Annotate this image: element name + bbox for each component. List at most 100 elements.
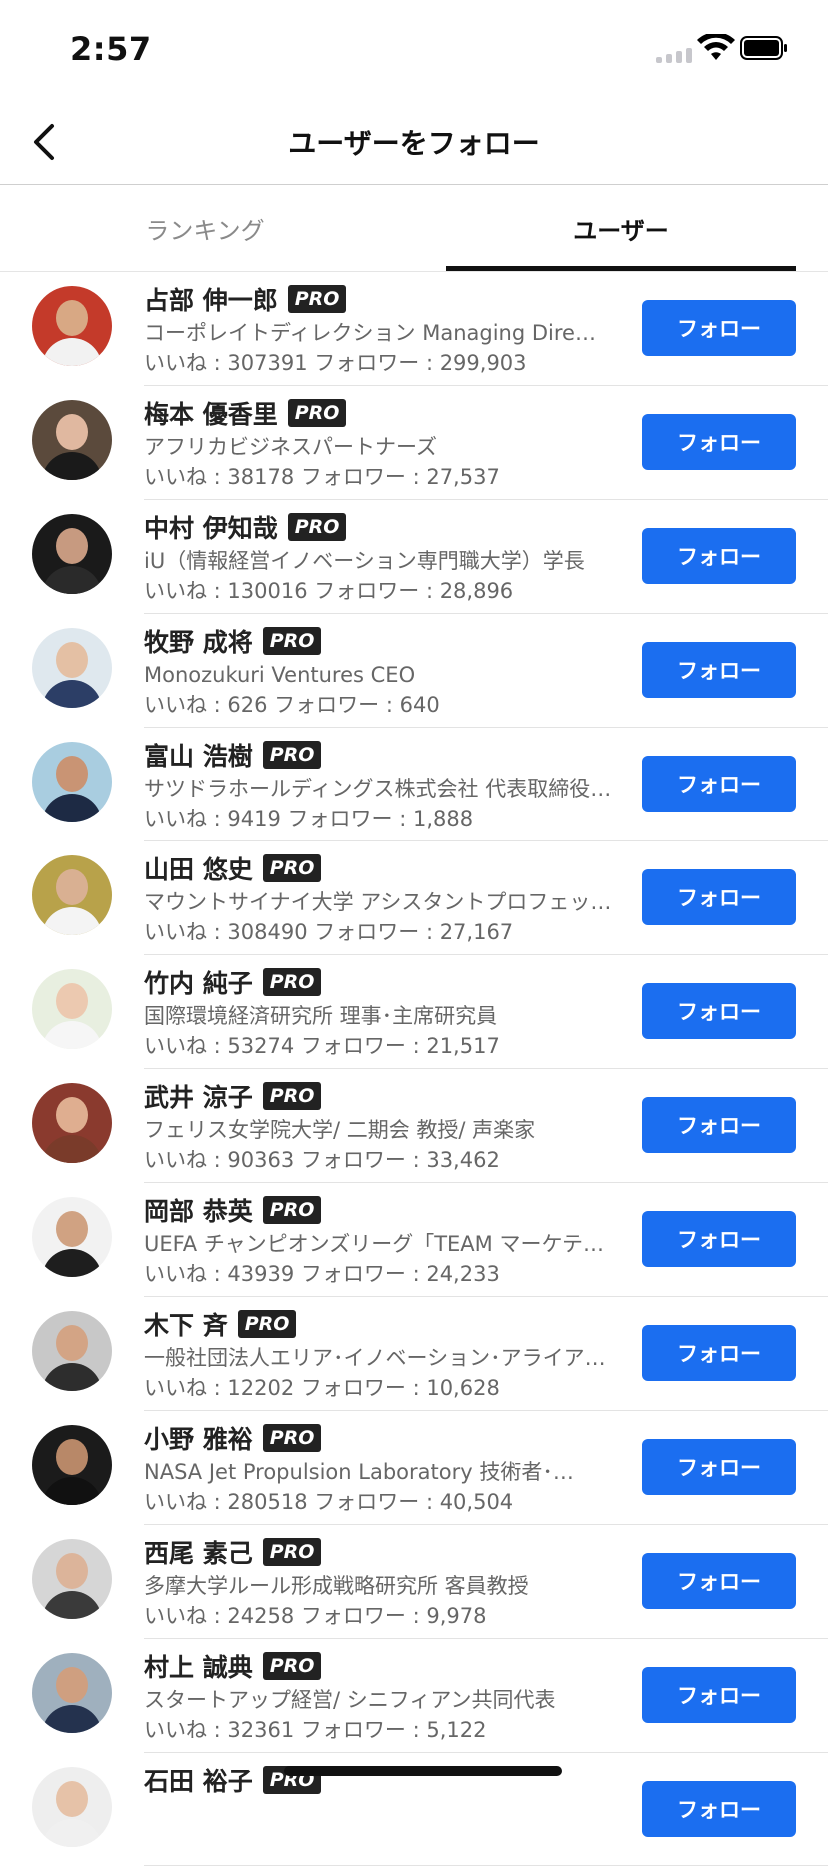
user-row[interactable]: 村上 誠典 PRO スタートアップ経営/ シニフィアン共同代表 いいね : 32361…	[0, 1639, 828, 1753]
avatar-head	[56, 300, 88, 336]
user-subtitle: UEFA チャンピオンズリーグ「TEAM マーケテ…	[144, 1232, 605, 1257]
avatar-body	[42, 451, 102, 480]
user-stats: いいね : 280518 フォロワー : 40,504	[144, 1489, 514, 1514]
follow-button[interactable]: フォロー	[642, 527, 796, 584]
avatar[interactable]	[32, 1083, 112, 1164]
pro-badge: PRO	[262, 1082, 322, 1111]
avatar[interactable]	[32, 513, 112, 594]
wifi-icon	[697, 34, 735, 60]
avatar-body	[42, 1135, 102, 1164]
user-name[interactable]: 岡部 恭英	[144, 1192, 253, 1228]
avatar[interactable]	[32, 1311, 112, 1392]
follow-button[interactable]: フォロー	[642, 983, 796, 1040]
user-stats: いいね : 53274 フォロワー : 21,517	[144, 1034, 500, 1059]
tab-users[interactable]: ユーザー	[446, 185, 796, 271]
user-row[interactable]: 木下 斉 PRO 一般社団法人エリア･イノベーション･アライア… いいね : 1220…	[0, 1297, 828, 1411]
avatar[interactable]	[32, 741, 112, 822]
active-tab-indicator	[446, 266, 796, 271]
name-line: 武井 涼子 PRO	[144, 1077, 614, 1115]
pro-badge: PRO	[287, 285, 347, 313]
avatar[interactable]	[32, 1538, 112, 1619]
pro-badge: PRO	[262, 626, 322, 655]
user-row[interactable]: 山田 悠史 PRO マウントサイナイ大学 アシスタントプロフェッ… いいね : 308…	[0, 841, 828, 956]
avatar[interactable]	[32, 1424, 112, 1505]
status-bar: 2:57	[0, 0, 828, 100]
follow-button[interactable]: フォロー	[642, 1438, 796, 1495]
user-row[interactable]: 岡部 恭英 PRO UEFA チャンピオンズリーグ「TEAM マーケテ… いいね : …	[0, 1183, 828, 1298]
follow-button[interactable]: フォロー	[642, 1097, 796, 1154]
follow-button[interactable]: フォロー	[642, 1325, 796, 1382]
user-row[interactable]: 中村 伊知哉 PRO iU（情報経営イノベーション専門職大学）学長 いいね : 130…	[0, 500, 828, 614]
tab-ranking[interactable]: ランキング	[60, 185, 350, 271]
pro-badge: PRO	[262, 968, 322, 997]
avatar[interactable]	[32, 1652, 112, 1733]
user-row[interactable]: 西尾 素己 PRO 多摩大学ルール形成戦略研究所 客員教授 いいね : 24258 フ…	[0, 1525, 828, 1639]
user-info: 梅本 優香里 PRO アフリカビジネスパートナーズ いいね : 38178 フォロワー…	[144, 394, 614, 492]
user-name[interactable]: 中村 伊知哉	[144, 509, 278, 545]
follow-button[interactable]: フォロー	[642, 1211, 796, 1268]
name-line: 西尾 素己 PRO	[144, 1533, 614, 1571]
avatar-body	[42, 1476, 102, 1505]
status-time: 2:57	[70, 30, 152, 68]
user-row[interactable]: 梅本 優香里 PRO アフリカビジネスパートナーズ いいね : 38178 フォロワー…	[0, 386, 828, 500]
avatar-body	[42, 1590, 102, 1619]
follow-button[interactable]: フォロー	[642, 755, 796, 812]
user-subtitle: コーポレイトディレクション Managing Dire…	[144, 321, 596, 345]
user-subtitle: フェリス女学院大学/ 二期会 教授/ 声楽家	[144, 1118, 536, 1143]
user-name[interactable]: 村上 誠典	[144, 1648, 253, 1684]
user-name[interactable]: 武井 涼子	[144, 1078, 253, 1114]
user-info: 武井 涼子 PRO フェリス女学院大学/ 二期会 教授/ 声楽家 いいね : 9036…	[144, 1077, 614, 1175]
user-name[interactable]: 小野 雅裕	[144, 1420, 253, 1456]
name-line: 梅本 優香里 PRO	[144, 394, 614, 432]
name-line: 山田 悠史 PRO	[144, 849, 614, 887]
user-name[interactable]: 西尾 素己	[144, 1534, 253, 1570]
avatar-head	[56, 755, 88, 792]
user-name[interactable]: 木下 斉	[144, 1306, 228, 1342]
navigation-bar: ユーザーをフォロー	[0, 100, 828, 185]
name-line: 富山 浩樹 PRO	[144, 736, 614, 774]
user-stats: いいね : 90363 フォロワー : 33,462	[144, 1148, 500, 1173]
avatar[interactable]	[32, 969, 112, 1050]
cellular-signal-icon	[656, 48, 692, 63]
avatar[interactable]	[32, 399, 112, 480]
user-row[interactable]: 竹内 純子 PRO 国際環境経済研究所 理事･主席研究員 いいね : 53274 フォ…	[0, 955, 828, 1070]
user-row[interactable]: 牧野 成将 PRO Monozukuri Ventures CEO いいね : 626…	[0, 614, 828, 728]
user-name[interactable]: 占部 伸一郎	[144, 281, 278, 317]
avatar-body	[42, 907, 102, 936]
user-stats: いいね : 130016 フォロワー : 28,896	[144, 578, 514, 603]
avatar-head	[56, 1211, 88, 1248]
follow-button[interactable]: フォロー	[642, 1780, 796, 1837]
avatar[interactable]	[32, 286, 112, 366]
user-row[interactable]: 小野 雅裕 PRO NASA Jet Propulsion Laboratory 技…	[0, 1411, 828, 1525]
user-row[interactable]: 富山 浩樹 PRO サツドラホールディングス株式会社 代表取締役… いいね : 941…	[0, 728, 828, 842]
user-name[interactable]: 石田 裕子	[144, 1762, 253, 1798]
avatar-body	[42, 1363, 102, 1392]
user-info: 山田 悠史 PRO マウントサイナイ大学 アシスタントプロフェッ… いいね : 308…	[144, 849, 614, 947]
user-name[interactable]: 富山 浩樹	[144, 737, 253, 773]
follow-button[interactable]: フォロー	[642, 641, 796, 698]
user-name[interactable]: 牧野 成将	[144, 623, 253, 659]
user-subtitle: スタートアップ経営/ シニフィアン共同代表	[144, 1687, 556, 1712]
avatar[interactable]	[32, 1766, 112, 1847]
follow-button[interactable]: フォロー	[642, 1552, 796, 1609]
user-info: 西尾 素己 PRO 多摩大学ルール形成戦略研究所 客員教授 いいね : 24258 フ…	[144, 1533, 614, 1631]
follow-button[interactable]: フォロー	[642, 869, 796, 926]
follow-button[interactable]: フォロー	[642, 1666, 796, 1723]
user-name[interactable]: 山田 悠史	[144, 850, 253, 886]
avatar[interactable]	[32, 627, 112, 708]
user-info: 木下 斉 PRO 一般社団法人エリア･イノベーション･アライア… いいね : 1220…	[144, 1305, 614, 1403]
follow-button[interactable]: フォロー	[642, 300, 796, 356]
user-info: 富山 浩樹 PRO サツドラホールディングス株式会社 代表取締役… いいね : 941…	[144, 736, 614, 834]
name-line: 小野 雅裕 PRO	[144, 1419, 614, 1457]
user-row[interactable]: 武井 涼子 PRO フェリス女学院大学/ 二期会 教授/ 声楽家 いいね : 9036…	[0, 1069, 828, 1184]
user-row[interactable]: 占部 伸一郎 PRO コーポレイトディレクション Managing Dire… いいね…	[0, 272, 828, 386]
avatar[interactable]	[32, 1197, 112, 1278]
name-line: 岡部 恭英 PRO	[144, 1191, 614, 1229]
follow-button[interactable]: フォロー	[642, 413, 796, 470]
avatar-head	[56, 1666, 88, 1703]
avatar[interactable]	[32, 855, 112, 936]
user-name[interactable]: 梅本 優香里	[144, 395, 278, 431]
user-stats: いいね : 24258 フォロワー : 9,978	[144, 1603, 487, 1628]
user-name[interactable]: 竹内 純子	[144, 964, 253, 1000]
user-info: 竹内 純子 PRO 国際環境経済研究所 理事･主席研究員 いいね : 53274 フォ…	[144, 963, 614, 1061]
